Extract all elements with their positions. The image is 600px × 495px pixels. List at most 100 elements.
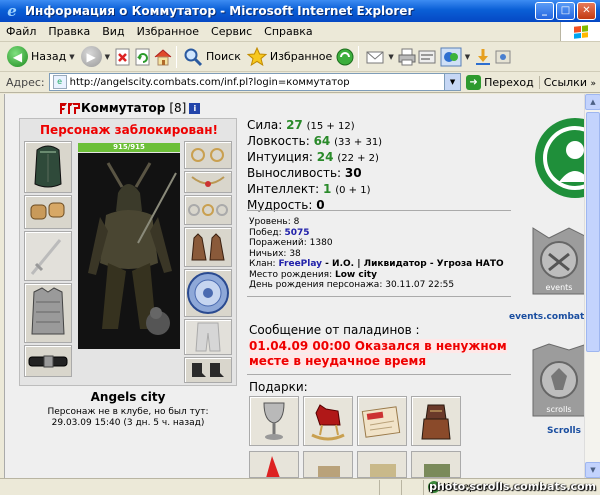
menu-help[interactable]: Справка	[258, 25, 318, 38]
info-label: Уровень:	[249, 217, 291, 227]
forward-arrow-icon: ▶	[80, 46, 102, 67]
bracers-slot[interactable]	[24, 195, 72, 229]
research-button[interactable]	[473, 47, 493, 67]
wins-link[interactable]: 5075	[285, 228, 310, 238]
minimize-button[interactable]: _	[535, 2, 554, 20]
menu-bar: Файл Правка Вид Избранное Сервис Справка	[0, 22, 600, 42]
stat-bonus: (15 + 12)	[306, 121, 355, 132]
links-button[interactable]: Ссылки »	[538, 75, 600, 89]
refresh-button[interactable]	[133, 47, 153, 67]
close-button[interactable]: ✕	[577, 2, 596, 20]
stat-row: Интеллект: 1 (0 + 1)	[247, 182, 382, 198]
stop-button[interactable]	[113, 47, 133, 67]
info-icon[interactable]: i	[189, 102, 201, 114]
vertical-scrollbar[interactable]: ▲ ▼	[584, 94, 600, 478]
info-clan: Клан: FreePlay - И.О. | Ликвидатор - Угр…	[249, 259, 504, 270]
belt-slot[interactable]	[24, 345, 72, 377]
title-bar: e Информация о Коммутатор - Microsoft In…	[0, 0, 600, 22]
rings-slot[interactable]	[184, 195, 232, 225]
menu-edit[interactable]: Правка	[42, 25, 96, 38]
stat-row: Мудрость: 0	[247, 198, 382, 214]
sword-icon	[30, 239, 62, 275]
gift-item[interactable]	[411, 396, 461, 446]
armor-slot[interactable]	[24, 283, 72, 343]
scrolls-sign[interactable]: scrolls	[529, 342, 584, 422]
home-icon	[154, 48, 172, 65]
weapon-slot[interactable]	[24, 231, 72, 281]
tools-button[interactable]	[493, 47, 513, 67]
go-button[interactable]: ➜ Переход	[461, 74, 539, 90]
gift-item[interactable]	[249, 396, 299, 446]
print-button[interactable]	[397, 47, 417, 67]
go-label: Переход	[484, 75, 534, 89]
gift-item[interactable]	[303, 396, 353, 446]
info-wins: Побед: 5075	[249, 228, 504, 239]
forward-dropdown-icon[interactable]: ▼	[105, 53, 110, 61]
home-button[interactable]	[153, 47, 173, 67]
page-content: Коммутатор [8] i Персонаж заблокирован!	[4, 94, 584, 478]
search-button[interactable]: Поиск	[180, 45, 244, 69]
window-title: Информация о Коммутатор - Microsoft Inte…	[25, 4, 414, 18]
events-sign-icon: events	[532, 227, 584, 295]
helmet-slot[interactable]	[24, 141, 72, 193]
edit-button[interactable]	[417, 47, 437, 67]
gift-item[interactable]	[249, 451, 299, 478]
stat-row: Выносливость: 30	[247, 166, 382, 182]
gloves-slot[interactable]	[184, 227, 232, 267]
address-input[interactable]: e http://angelscity.combats.com/inf.pl?l…	[48, 73, 462, 91]
amulet-slot[interactable]	[184, 171, 232, 193]
media-button[interactable]	[335, 47, 355, 67]
back-button[interactable]: ◀ Назад ▼	[4, 45, 78, 69]
menu-file[interactable]: Файл	[0, 25, 42, 38]
gift-item[interactable]	[303, 451, 353, 478]
ie-logo-icon: e	[7, 2, 17, 20]
menu-tools[interactable]: Сервис	[205, 25, 258, 38]
forward-button[interactable]: ▶ ▼	[78, 45, 113, 69]
scrolls-link[interactable]: Scrolls	[547, 426, 581, 436]
windows-flag-icon	[560, 22, 600, 41]
shield-icon	[187, 272, 229, 314]
paladin-message-line-1: 01.04.09 00:00 Оказался в ненужном	[249, 339, 507, 353]
clan-rank: - И.О. | Ликвидатор - Угроза НАТО	[322, 259, 504, 269]
back-label: Назад	[31, 50, 67, 63]
stat-label: Сила:	[247, 118, 283, 132]
address-label: Адрес:	[6, 75, 45, 89]
search-label: Поиск	[206, 50, 241, 63]
shield-slot[interactable]	[184, 269, 232, 317]
scroll-up-icon[interactable]: ▲	[585, 94, 600, 110]
maximize-button[interactable]: □	[556, 2, 575, 20]
back-dropdown-icon[interactable]: ▼	[69, 53, 74, 61]
tools-icon	[495, 50, 511, 63]
stat-bonus: (22 + 2)	[337, 153, 379, 164]
events-sign[interactable]: events	[529, 224, 584, 300]
messenger-dropdown-icon[interactable]: ▼	[465, 53, 470, 61]
favorites-button[interactable]: Избранное	[244, 45, 335, 69]
clan-link[interactable]: FreePlay	[278, 259, 322, 269]
info-label: Побед:	[249, 227, 282, 238]
toolbar-separator	[358, 45, 360, 68]
leggings-slot[interactable]	[184, 319, 232, 355]
menu-view[interactable]: Вид	[96, 25, 130, 38]
mail-dropdown-icon[interactable]: ▼	[388, 53, 393, 61]
blocked-notice: Персонаж заблокирован!	[40, 123, 218, 137]
divider	[247, 210, 511, 211]
events-link[interactable]: events.combats	[509, 312, 584, 322]
scroll-thumb[interactable]	[586, 112, 600, 352]
boots-slot[interactable]	[184, 357, 232, 383]
gift-item[interactable]	[411, 451, 461, 478]
scroll-down-icon[interactable]: ▼	[585, 462, 600, 478]
address-url[interactable]: http://angelscity.combats.com/inf.pl?log…	[70, 77, 444, 88]
refresh-icon	[135, 48, 150, 65]
earrings-slot[interactable]	[184, 141, 232, 169]
menu-favorites[interactable]: Избранное	[131, 25, 205, 38]
character-level: [8]	[169, 101, 187, 115]
gift-item[interactable]	[357, 451, 407, 478]
character-info: Уровень: 8 Побед: 5075 Поражений: 1380 Н…	[249, 217, 504, 291]
avatar-emblem[interactable]	[529, 116, 584, 200]
info-birthday: День рождения персонажа: 30.11.07 22:55	[249, 280, 504, 291]
address-dropdown-icon[interactable]: ▼	[444, 74, 461, 90]
mail-button[interactable]: ▼	[362, 45, 396, 69]
messenger-button[interactable]: ▼	[437, 45, 473, 69]
search-icon	[184, 48, 203, 66]
gift-item[interactable]	[357, 396, 407, 446]
